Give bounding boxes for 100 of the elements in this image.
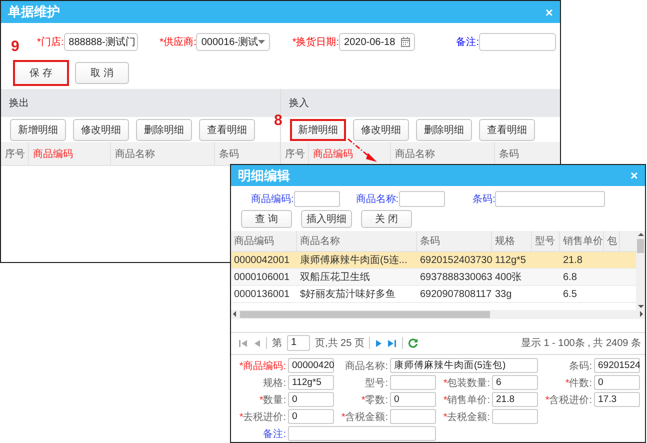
previous-page-icon[interactable] (254, 340, 260, 347)
horizontal-scrollbar[interactable] (231, 310, 645, 319)
action-button[interactable]: 新增明细 (10, 119, 66, 141)
table-cell-text: 6.5 (562, 288, 578, 300)
input-field[interactable]: 6 (492, 375, 538, 390)
input-field[interactable]: 康师傅麻辣牛肉面(5连包) (390, 358, 538, 374)
input-field[interactable]: 00000420 (288, 358, 334, 374)
action-button[interactable]: 删除明细 (136, 119, 192, 141)
action-button[interactable]: 取 消 (75, 62, 129, 84)
table-row[interactable]: 0000136001 $好丽友茄汁味好多鱼 6920907808117 33g 6.5 (231, 286, 636, 304)
table-cell-text: 6937888330063 (419, 272, 492, 283)
search-field[interactable] (495, 190, 606, 207)
table-cell-text: 33g (494, 288, 513, 300)
field-label: *供应商: (160, 36, 196, 49)
input-field[interactable]: 112g*5 (288, 375, 334, 390)
page-field[interactable]: 1 (287, 335, 310, 352)
field-label: 规格: (262, 376, 287, 390)
table-cell-text: 21.8 (562, 254, 584, 266)
field-label: 商品名称: (356, 192, 399, 206)
callout-number: 8 (274, 112, 282, 129)
column-header: 商品名称 (111, 142, 215, 165)
search-field[interactable] (398, 190, 445, 207)
page-total: 页,共 25 页 (315, 336, 364, 350)
input-field[interactable]: 0 (288, 392, 334, 408)
action-button[interactable]: 修改明细 (73, 119, 129, 141)
calendar-icon (401, 37, 410, 47)
table-cell-text: 112g*5 (494, 254, 527, 266)
field-label: 条码: (472, 192, 496, 206)
column-header: 序号 (1, 142, 29, 165)
field-label: *去税金额: (442, 410, 491, 424)
input-field[interactable] (390, 375, 436, 390)
dropdown-field[interactable]: 000016-测试 (196, 33, 270, 51)
column-header: 条码 (498, 148, 520, 162)
input-field[interactable]: 0 (288, 409, 334, 424)
input-field[interactable]: 21.8 (492, 392, 538, 408)
search-field[interactable] (294, 190, 340, 207)
table-cell-text: 6920152403730 (419, 254, 492, 266)
input-field[interactable]: 0 (594, 375, 640, 390)
field-label: *商品编码: (238, 360, 287, 373)
panel-title: 换出 (9, 96, 29, 110)
field-label: *包装数量: (442, 376, 491, 390)
page-summary: 显示 1 - 100条 , 共 2409 条 (520, 336, 641, 350)
action-button[interactable]: 插入明细 (301, 210, 352, 228)
table-cell-text: 0000106001 (233, 272, 291, 283)
column-header: 包 (604, 231, 620, 252)
refresh-icon[interactable] (409, 339, 418, 348)
column-header: 销售单价 (560, 231, 604, 252)
field-label: 商品编码: (251, 192, 294, 206)
input-field[interactable] (390, 409, 436, 424)
field-label: *去税进价: (238, 410, 287, 424)
field-label: *件数: (564, 376, 593, 390)
column-header: 条码 (417, 231, 492, 252)
action-button[interactable]: 删除明细 (416, 119, 472, 141)
field-label: 商品名称: (344, 360, 389, 373)
input-field[interactable]: 69201524 (594, 358, 640, 374)
vertical-scrollbar[interactable] (636, 231, 645, 310)
input-field[interactable]: 0 (390, 392, 436, 408)
field-label: *数量: (258, 394, 287, 407)
field-label: *含税进价: (544, 394, 593, 407)
table-cell-text: 6920907808117 (419, 288, 492, 300)
last-page-icon[interactable] (388, 340, 396, 347)
field-label: *零数: (360, 394, 389, 407)
window-title: 明细编辑 (238, 166, 290, 185)
table-row[interactable]: 0000042001 康师傅麻辣牛肉面(5连... 6920152403730 112g*5 21.8 (231, 252, 636, 270)
column-header: 规格 (492, 231, 532, 252)
table-cell-text: $好丽友茄汁味好多鱼 (299, 288, 397, 302)
action-button[interactable]: 查看明细 (479, 119, 535, 141)
action-button[interactable]: 关 闭 (361, 210, 412, 228)
table-row[interactable]: 0000106001 双船压花卫生纸 6937888330063 400张 6.8 (231, 269, 636, 286)
field-label: 条码: (568, 360, 593, 373)
table-cell-text: 0000136001 (233, 288, 291, 300)
caret-icon (258, 40, 266, 44)
field-label: *门店: (37, 36, 64, 49)
table-cell-text: 0000042001 (233, 254, 291, 266)
note-field[interactable] (479, 33, 556, 51)
table-cell-text: 双船压花卫生纸 (299, 270, 371, 284)
action-button[interactable]: 保 存 (13, 60, 69, 86)
field-label: *含税金额: (340, 410, 389, 424)
input-field[interactable]: 17.3 (594, 392, 640, 408)
table-cell-text: 康师傅麻辣牛肉面(5连... (299, 254, 408, 268)
dropdown-field[interactable]: 888888-测试门 (64, 33, 138, 51)
first-page-icon[interactable] (239, 340, 247, 347)
action-button[interactable]: 新增明细 (290, 119, 346, 141)
next-page-icon[interactable] (376, 340, 382, 347)
column-header: 商品编码 (231, 231, 297, 252)
column-header: 商品编码 (29, 142, 111, 165)
field-label: 备注: (262, 428, 287, 441)
field-label: 型号: (364, 376, 389, 390)
action-button[interactable]: 修改明细 (353, 119, 409, 141)
input-field[interactable] (288, 426, 436, 442)
action-button[interactable]: 查看明细 (199, 119, 255, 141)
action-button[interactable]: 查 询 (241, 210, 292, 228)
field-label: *销售单价: (442, 394, 491, 407)
column-header: 商品名称 (297, 231, 417, 252)
callout-number: 9 (11, 38, 20, 55)
column-header: 条码 (218, 148, 240, 162)
panel-title: 换入 (289, 96, 309, 110)
page-label: 第 (272, 337, 282, 350)
date-field[interactable]: 2020-06-18 (339, 33, 416, 51)
input-field[interactable] (492, 409, 538, 424)
